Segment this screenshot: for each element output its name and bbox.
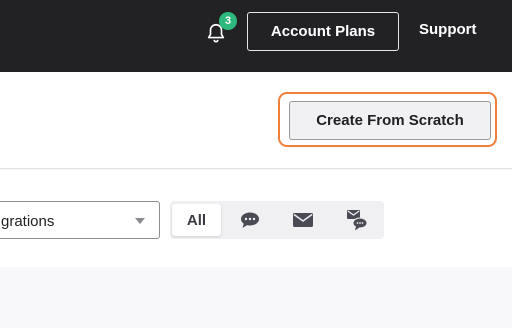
create-from-scratch-button[interactable]: Create From Scratch xyxy=(289,101,491,140)
tab-email-and-chat[interactable] xyxy=(340,204,374,236)
channel-filter-tabs: All xyxy=(170,201,384,239)
chevron-down-icon xyxy=(135,218,145,224)
support-link[interactable]: Support xyxy=(419,21,477,38)
tab-email[interactable] xyxy=(286,204,320,236)
top-navigation-bar: 3 Account Plans Support xyxy=(0,0,512,72)
tab-chat[interactable] xyxy=(233,204,267,236)
integrations-select-value: grations xyxy=(1,213,55,230)
tab-all[interactable]: All xyxy=(172,204,221,236)
notifications-button[interactable]: 3 xyxy=(203,12,237,46)
email-and-chat-icon xyxy=(347,210,368,231)
account-plans-button[interactable]: Account Plans xyxy=(247,12,399,51)
chat-bubble-icon xyxy=(241,212,259,228)
notification-count-badge: 3 xyxy=(219,12,237,30)
envelope-icon xyxy=(293,213,313,227)
integrations-select[interactable]: grations xyxy=(0,201,160,239)
